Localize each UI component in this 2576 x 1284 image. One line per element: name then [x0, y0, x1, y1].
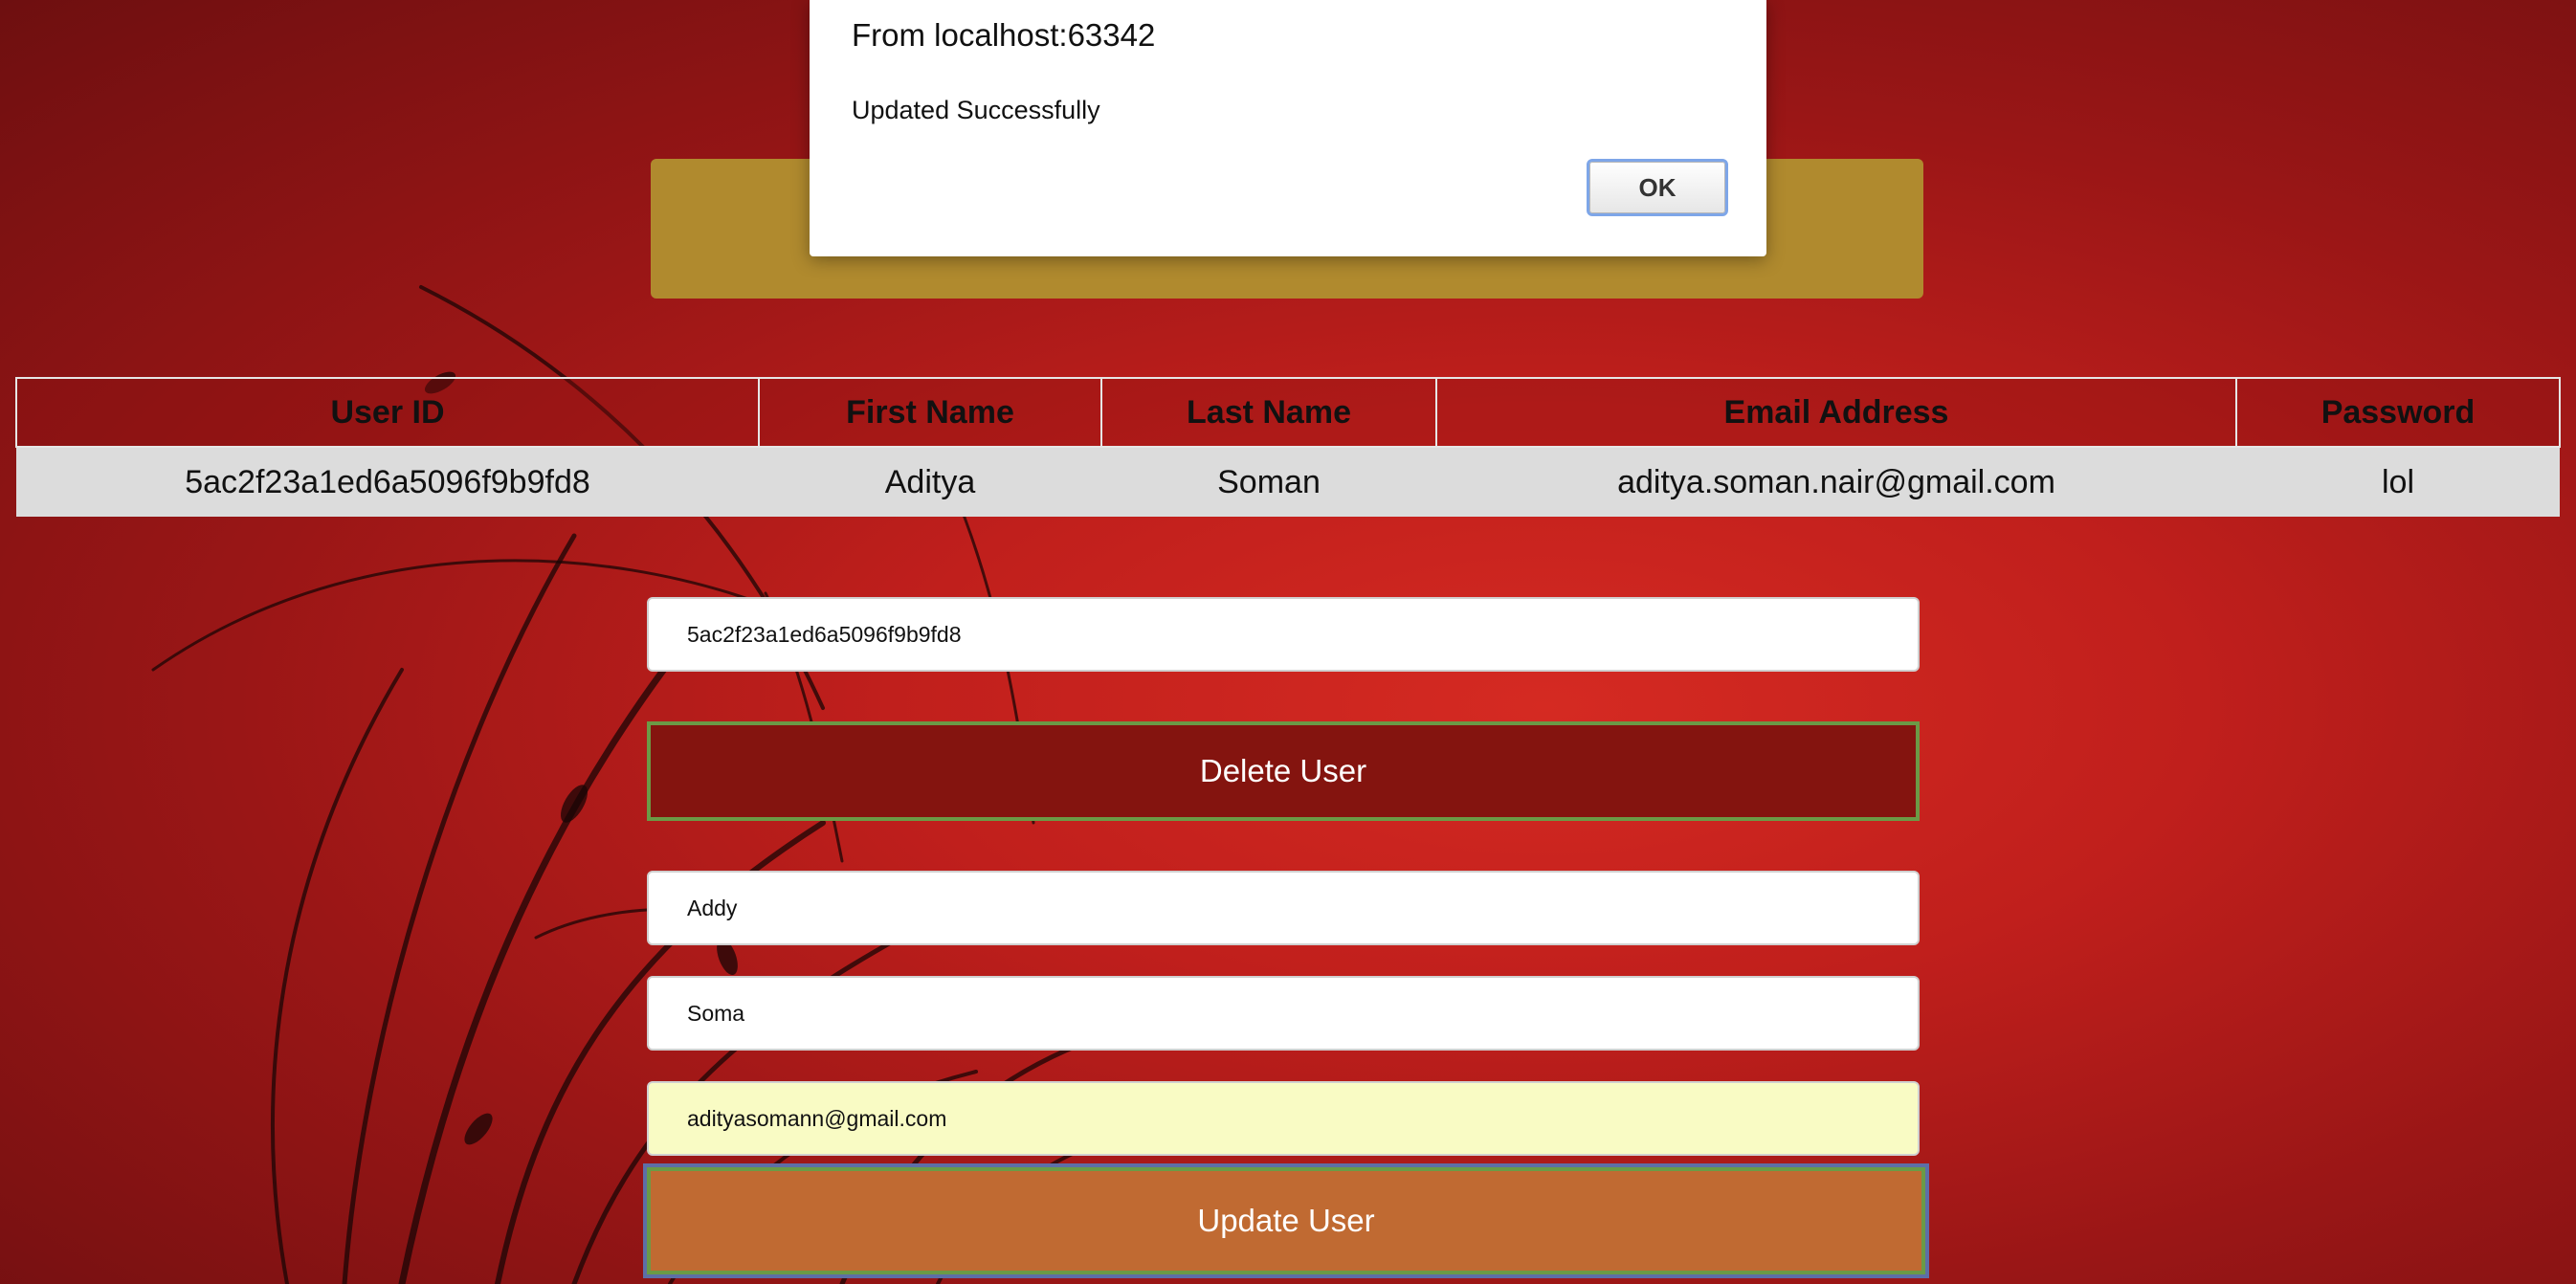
- delete-user-button[interactable]: Delete User: [647, 721, 1920, 821]
- cell-email: aditya.soman.nair@gmail.com: [1436, 447, 2236, 517]
- table-header-row: User ID First Name Last Name Email Addre…: [15, 377, 2561, 448]
- column-header-user-id: User ID: [15, 377, 760, 448]
- dialog-title: From localhost:63342: [852, 17, 1156, 53]
- last-name-input[interactable]: [647, 976, 1920, 1051]
- cell-first-name: Aditya: [759, 447, 1101, 517]
- alert-dialog: From localhost:63342 Updated Successfull…: [810, 0, 1766, 256]
- cell-user-id: 5ac2f23a1ed6a5096f9b9fd8: [16, 447, 759, 517]
- cell-password: lol: [2236, 447, 2560, 517]
- column-header-last-name: Last Name: [1100, 377, 1437, 448]
- update-user-button[interactable]: Update User: [643, 1163, 1929, 1278]
- ok-button[interactable]: OK: [1587, 159, 1728, 216]
- column-header-password: Password: [2235, 377, 2561, 448]
- users-table: User ID First Name Last Name Email Addre…: [15, 377, 2561, 517]
- table-row: 5ac2f23a1ed6a5096f9b9fd8 Aditya Soman ad…: [16, 447, 2560, 517]
- dialog-message: Updated Successfully: [852, 96, 1100, 124]
- column-header-first-name: First Name: [758, 377, 1102, 448]
- cell-last-name: Soman: [1101, 447, 1436, 517]
- email-input[interactable]: [647, 1081, 1920, 1156]
- column-header-email: Email Address: [1435, 377, 2237, 448]
- first-name-input[interactable]: [647, 871, 1920, 945]
- user-id-input[interactable]: [647, 597, 1920, 672]
